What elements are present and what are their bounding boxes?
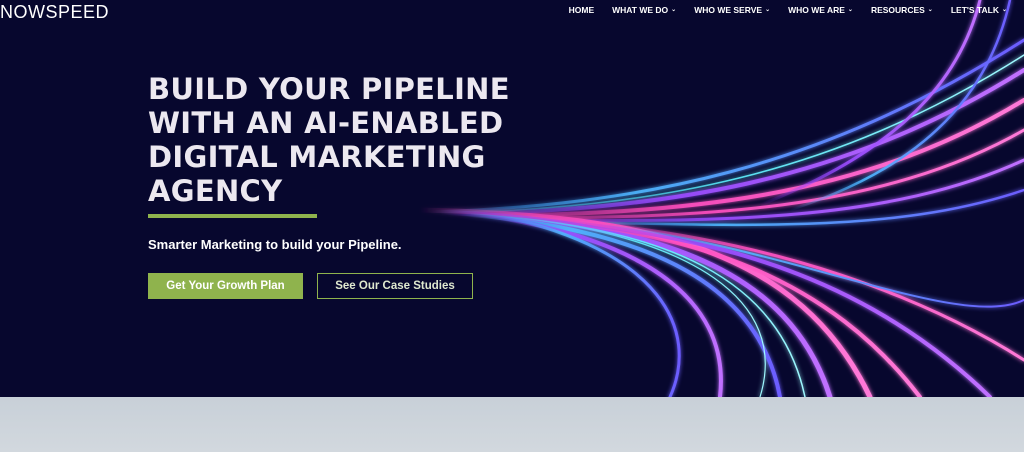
nav-item-label: HOME: [568, 5, 595, 15]
nav-item-who-we-serve[interactable]: WHO WE SERVE ⌄: [685, 5, 779, 15]
next-section-background: [0, 397, 1024, 452]
chevron-down-icon: ⌄: [671, 7, 677, 13]
nav-item-label: RESOURCES: [870, 5, 925, 15]
chevron-down-icon: ⌄: [765, 7, 771, 13]
chevron-down-icon: ⌄: [1001, 7, 1007, 13]
nav-item-lets-talk[interactable]: LET'S TALK ⌄: [942, 5, 1016, 15]
headline-line: AGENCY: [148, 174, 283, 208]
nav-item-label: WHO WE SERVE: [694, 5, 763, 15]
hero-section: NOWSPEED HOME WHAT WE DO ⌄ WHO WE SERVE …: [0, 0, 1024, 397]
nav-item-label: WHAT WE DO: [612, 5, 669, 15]
hero-headline: BUILD YOUR PIPELINE WITH AN AI-ENABLED D…: [148, 72, 510, 208]
see-case-studies-button[interactable]: See Our Case Studies: [317, 273, 473, 299]
chevron-down-icon: ⌄: [927, 7, 933, 13]
nav-item-home[interactable]: HOME: [560, 5, 604, 15]
main-nav: HOME WHAT WE DO ⌄ WHO WE SERVE ⌄ WHO WE …: [560, 5, 1016, 15]
get-growth-plan-button[interactable]: Get Your Growth Plan: [148, 273, 303, 299]
brand-logo[interactable]: NOWSPEED: [0, 2, 109, 23]
hero-subheadline: Smarter Marketing to build your Pipeline…: [148, 237, 402, 252]
nav-item-label: LET'S TALK: [950, 5, 999, 15]
nav-item-who-we-are[interactable]: WHO WE ARE ⌄: [779, 5, 862, 15]
headline-line: BUILD YOUR PIPELINE: [148, 72, 510, 106]
nav-item-label: WHO WE ARE: [788, 5, 845, 15]
chevron-down-icon: ⌄: [847, 7, 853, 13]
headline-line: WITH AN AI-ENABLED: [148, 106, 504, 140]
nav-item-resources[interactable]: RESOURCES ⌄: [862, 5, 942, 15]
nav-item-what-we-do[interactable]: WHAT WE DO ⌄: [603, 5, 685, 15]
headline-accent-divider: [148, 214, 317, 218]
headline-line: DIGITAL MARKETING: [148, 140, 486, 174]
